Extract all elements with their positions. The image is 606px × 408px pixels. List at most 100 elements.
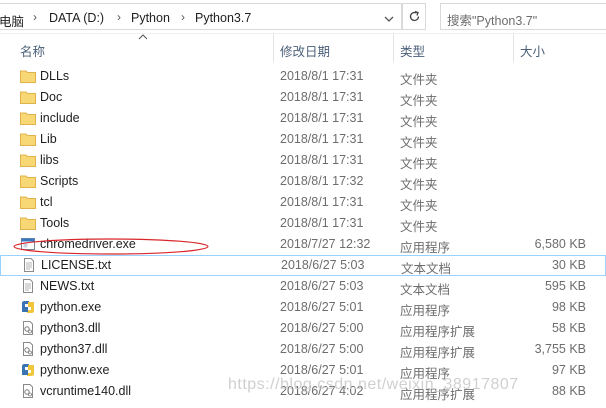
file-size: 98 KB <box>551 300 586 314</box>
breadcrumb-python[interactable]: Python <box>131 11 170 25</box>
file-name[interactable]: LICENSE.txt <box>41 258 111 272</box>
python-exe-icon <box>22 301 34 313</box>
file-size: 30 KB <box>551 258 586 272</box>
file-type: 文件夹 <box>400 199 438 213</box>
file-type: 文件夹 <box>400 73 438 87</box>
file-name[interactable]: Scripts <box>40 174 78 188</box>
file-row-license[interactable]: LICENSE.txt 2018/6/27 5:03 文本文档 30 KB <box>0 255 606 276</box>
file-date: 2018/8/1 17:31 <box>280 111 364 125</box>
file-name[interactable]: Tools <box>40 216 69 230</box>
file-type: 应用程序扩展 <box>400 346 476 360</box>
file-type: 应用程序 <box>400 241 451 255</box>
file-type: 文件夹 <box>400 94 438 108</box>
file-size: 3,755 KB <box>534 342 586 356</box>
dll-icon <box>23 321 33 335</box>
file-name[interactable]: NEWS.txt <box>40 279 94 293</box>
file-name[interactable]: include <box>40 111 80 125</box>
file-name[interactable]: Doc <box>40 90 62 104</box>
file-type: 文件夹 <box>400 115 438 129</box>
breadcrumb-computer[interactable]: 电脑 <box>0 11 24 30</box>
column-divider[interactable] <box>273 34 274 62</box>
folder-icon <box>20 217 36 230</box>
file-type: 文本文档 <box>401 262 452 276</box>
address-bar: 电脑 › DATA (D:) › Python › Python3.7 搜索"P… <box>0 0 606 34</box>
file-date: 2018/8/1 17:31 <box>280 90 364 104</box>
column-header: 名称 修改日期 类型 大小 <box>0 34 606 62</box>
file-row-scripts[interactable]: Scripts 2018/8/1 17:32 文件夹 <box>0 171 606 192</box>
file-name[interactable]: python37.dll <box>40 342 107 356</box>
file-date: 2018/6/27 5:01 <box>280 363 364 377</box>
file-size: 97 KB <box>551 363 586 377</box>
file-name[interactable]: python.exe <box>40 300 101 314</box>
breadcrumb-drive[interactable]: DATA (D:) <box>49 11 104 25</box>
text-file-icon <box>23 279 33 293</box>
column-type[interactable]: 类型 <box>400 41 425 60</box>
folder-icon <box>20 112 36 125</box>
column-date[interactable]: 修改日期 <box>280 41 330 60</box>
breadcrumb-separator-icon[interactable]: › <box>181 10 185 24</box>
file-date: 2018/7/27 12:32 <box>280 237 371 251</box>
file-row-libs[interactable]: libs 2018/8/1 17:31 文件夹 <box>0 150 606 171</box>
file-row-dlls[interactable]: DLLs 2018/8/1 17:31 文件夹 <box>0 66 606 87</box>
column-divider[interactable] <box>393 34 394 62</box>
file-type: 文件夹 <box>400 220 438 234</box>
file-row-include[interactable]: include 2018/8/1 17:31 文件夹 <box>0 108 606 129</box>
breadcrumb[interactable]: 电脑 › DATA (D:) › Python › Python3.7 <box>0 3 402 30</box>
file-row-python37-dll[interactable]: python37.dll 2018/6/27 5:00 应用程序扩展 3,755… <box>0 339 606 360</box>
folder-icon <box>20 91 36 104</box>
folder-icon <box>20 154 36 167</box>
file-date: 2018/8/1 17:31 <box>280 216 364 230</box>
file-row-python-exe[interactable]: python.exe 2018/6/27 5:01 应用程序 98 KB <box>0 297 606 318</box>
annotation-ellipse <box>13 238 209 255</box>
file-name[interactable]: DLLs <box>40 69 69 83</box>
file-size: 6,580 KB <box>534 237 586 251</box>
breadcrumb-separator-icon[interactable]: › <box>33 10 37 24</box>
history-dropdown-button[interactable] <box>379 7 399 32</box>
file-date: 2018/8/1 17:32 <box>280 174 364 188</box>
file-size: 88 KB <box>551 384 586 398</box>
file-name[interactable]: vcruntime140.dll <box>40 384 131 398</box>
file-row-news[interactable]: NEWS.txt 2018/6/27 5:03 文本文档 595 KB <box>0 276 606 297</box>
text-file-icon <box>24 258 34 272</box>
file-row-tcl[interactable]: tcl 2018/8/1 17:31 文件夹 <box>0 192 606 213</box>
file-size: 595 KB <box>544 279 586 293</box>
column-name[interactable]: 名称 <box>20 41 45 60</box>
dll-icon <box>23 384 33 398</box>
file-name[interactable]: tcl <box>40 195 53 209</box>
python-exe-icon <box>22 364 34 376</box>
file-date: 2018/8/1 17:31 <box>280 153 364 167</box>
file-type: 应用程序 <box>400 304 451 318</box>
column-divider[interactable] <box>513 34 514 62</box>
column-size[interactable]: 大小 <box>520 41 545 60</box>
file-name[interactable]: libs <box>40 153 59 167</box>
refresh-icon <box>409 10 420 22</box>
file-type: 文件夹 <box>400 157 438 171</box>
file-date: 2018/8/1 17:31 <box>280 132 364 146</box>
file-date: 2018/6/27 5:03 <box>280 279 364 293</box>
file-type: 文本文档 <box>400 283 451 297</box>
watermark: https://blog.csdn.net/weixin_38917807 <box>228 376 519 393</box>
file-name[interactable]: Lib <box>40 132 57 146</box>
breadcrumb-python37[interactable]: Python3.7 <box>195 11 251 25</box>
search-box[interactable]: 搜索"Python3.7" <box>440 3 606 30</box>
file-row-tools[interactable]: Tools 2018/8/1 17:31 文件夹 <box>0 213 606 234</box>
file-name[interactable]: python3.dll <box>40 321 100 335</box>
file-date: 2018/6/27 5:03 <box>281 258 365 272</box>
file-date: 2018/8/1 17:31 <box>280 69 364 83</box>
file-size: 58 KB <box>551 321 586 335</box>
file-date: 2018/8/1 17:31 <box>280 195 364 209</box>
refresh-button[interactable] <box>402 3 426 30</box>
file-type: 应用程序扩展 <box>400 325 476 339</box>
folder-icon <box>20 196 36 209</box>
file-row-lib[interactable]: Lib 2018/8/1 17:31 文件夹 <box>0 129 606 150</box>
breadcrumb-separator-icon[interactable]: › <box>117 10 121 24</box>
file-date: 2018/6/27 5:00 <box>280 321 364 335</box>
search-placeholder[interactable]: 搜索"Python3.7" <box>447 10 537 29</box>
file-type: 文件夹 <box>400 178 438 192</box>
file-row-python3-dll[interactable]: python3.dll 2018/6/27 5:00 应用程序扩展 58 KB <box>0 318 606 339</box>
folder-icon <box>20 70 36 83</box>
sort-ascending-icon <box>138 34 148 40</box>
file-name[interactable]: pythonw.exe <box>40 363 110 377</box>
chevron-down-icon <box>384 16 394 22</box>
file-row-doc[interactable]: Doc 2018/8/1 17:31 文件夹 <box>0 87 606 108</box>
